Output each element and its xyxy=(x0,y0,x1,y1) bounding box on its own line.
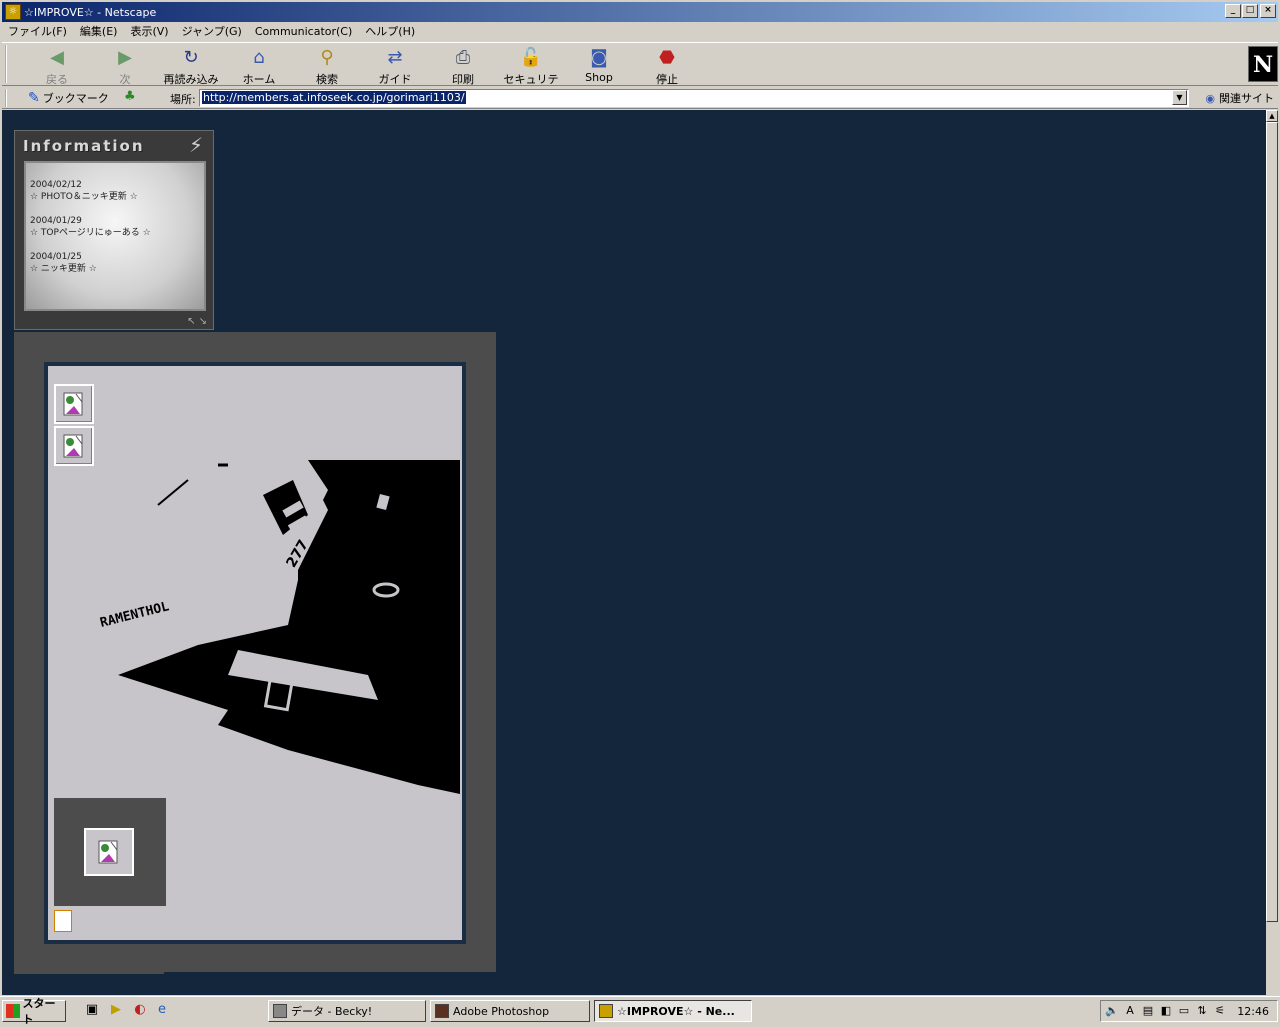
photo-inner-panel: 277 RAMENTHOL xyxy=(44,362,466,944)
quicklaunch-app-icon[interactable]: ◐ xyxy=(132,1002,148,1018)
page-content[interactable]: Information ⚡ 2004/02/12 ☆ PHOTO＆ニッキ更新 ☆… xyxy=(2,110,1268,995)
photo-brand-text: RAMENTHOL xyxy=(99,599,171,631)
back-button[interactable]: ◀ 戻る xyxy=(26,47,88,87)
becky-icon xyxy=(273,1004,287,1018)
lightning-icon: ⚡ xyxy=(188,133,203,157)
broken-image-icon xyxy=(63,434,83,458)
clock: 12:46 xyxy=(1237,1005,1269,1018)
url-input[interactable]: http://members.at.infoseek.co.jp/gorimar… xyxy=(199,89,1189,107)
information-box: Information ⚡ 2004/02/12 ☆ PHOTO＆ニッキ更新 ☆… xyxy=(14,130,214,330)
title-bar[interactable]: ☼ ☆IMPROVE☆ - Netscape _ □ × xyxy=(2,2,1278,22)
home-icon: ⌂ xyxy=(253,47,265,68)
location-label: 場所: xyxy=(170,93,196,106)
news-date: 2004/01/25 xyxy=(30,252,82,262)
menu-communicator[interactable]: Communicator(C) xyxy=(255,25,352,38)
forward-arrow-icon: ▶ xyxy=(118,47,132,68)
stop-icon: ⬣ xyxy=(659,47,675,68)
news-entry: 2004/01/29 ☆ TOPページリにゅーある ☆ xyxy=(30,215,200,239)
scroll-thumb[interactable] xyxy=(1266,122,1278,922)
maximize-button[interactable]: □ xyxy=(1242,4,1258,18)
location-toolbar: ✎ ブックマーク ♣ 場所: http://members.at.infosee… xyxy=(2,87,1278,109)
back-arrow-icon: ◀ xyxy=(50,47,64,68)
quicklaunch-desktop-icon[interactable]: ▣ xyxy=(84,1002,100,1018)
close-button[interactable]: × xyxy=(1260,4,1276,18)
netscape-window: ☼ ☆IMPROVE☆ - Netscape _ □ × ファイル(F) 編集(… xyxy=(0,0,1280,1026)
broken-image-icon xyxy=(98,840,118,864)
broken-image-link-3[interactable] xyxy=(84,828,134,876)
windows-logo-icon xyxy=(6,1004,20,1018)
thumbnail-box xyxy=(54,798,166,906)
quicklaunch-media-icon[interactable]: ▶ xyxy=(108,1002,124,1018)
taskbar: スタート ▣ ▶ ◐ e データ - Becky! Adobe Photosho… xyxy=(0,996,1280,1026)
menu-file[interactable]: ファイル(F) xyxy=(8,23,67,39)
tray-sync-icon[interactable]: ⇅ xyxy=(1195,1004,1209,1018)
shop-button[interactable]: ◙ Shop xyxy=(568,47,630,84)
scroll-up-button[interactable]: ▲ xyxy=(1266,110,1278,122)
information-heading: Information xyxy=(23,137,145,155)
netscape-task-icon xyxy=(599,1004,613,1018)
news-text: ☆ TOPページリにゅーある ☆ xyxy=(30,228,151,238)
news-date: 2004/02/12 xyxy=(30,180,82,190)
print-button[interactable]: ⎙ 印刷 xyxy=(432,47,494,87)
stop-button[interactable]: ⬣ 停止 xyxy=(636,47,698,87)
location-grip[interactable] xyxy=(5,89,13,107)
printer-icon: ⎙ xyxy=(455,47,471,68)
news-text: ☆ ニッキ更新 ☆ xyxy=(30,264,97,274)
network-icon[interactable]: ▤ xyxy=(1141,1004,1155,1018)
url-dropdown-button[interactable]: ▼ xyxy=(1172,90,1187,105)
tray-app-icon[interactable]: ◧ xyxy=(1159,1004,1173,1018)
menu-edit[interactable]: 編集(E) xyxy=(80,23,118,39)
guide-button[interactable]: ⇄ ガイド xyxy=(364,47,426,87)
vertical-scrollbar[interactable]: ▲ xyxy=(1266,110,1278,995)
menu-go[interactable]: ジャンプ(G) xyxy=(182,23,242,39)
broken-image-link-1[interactable] xyxy=(54,384,94,424)
task-netscape[interactable]: ☆IMPROVE☆ - Ne... xyxy=(594,1000,752,1022)
shopping-bag-icon: ◙ xyxy=(590,47,608,68)
news-date: 2004/01/29 xyxy=(30,216,82,226)
reload-icon: ↻ xyxy=(183,47,199,68)
search-button[interactable]: ⚲ 検索 xyxy=(296,47,358,87)
related-globe-icon: ◉ xyxy=(1205,91,1215,105)
photo-frame: 277 RAMENTHOL xyxy=(14,332,498,995)
bookmarks-button[interactable]: ✎ ブックマーク xyxy=(28,90,109,106)
ime-icon[interactable]: A xyxy=(1123,1004,1137,1018)
tray-usb-icon[interactable]: ⚟ xyxy=(1213,1004,1227,1018)
task-becky[interactable]: データ - Becky! xyxy=(268,1000,426,1022)
small-logo-icon[interactable] xyxy=(54,910,72,932)
toolbar-grip[interactable] xyxy=(5,45,13,83)
task-photoshop[interactable]: Adobe Photoshop xyxy=(430,1000,590,1022)
netscape-app-icon: ☼ xyxy=(5,4,21,20)
minimize-button[interactable]: _ xyxy=(1225,4,1241,18)
related-sites-button[interactable]: ◉ 関連サイト xyxy=(1205,90,1274,106)
monochrome-photo: 277 RAMENTHOL xyxy=(99,460,460,794)
tray-monitor-icon[interactable]: ▭ xyxy=(1177,1004,1191,1018)
start-button[interactable]: スタート xyxy=(2,997,66,1026)
volume-icon[interactable]: 🔈 xyxy=(1105,1004,1119,1018)
system-tray: 🔈 A ▤ ◧ ▭ ⇅ ⚟ 12:46 xyxy=(1100,1000,1278,1022)
quicklaunch-ie-icon[interactable]: e xyxy=(154,1002,170,1018)
bookmark-icon: ✎ xyxy=(28,90,40,106)
frame-notch xyxy=(164,972,498,995)
lock-icon: 🔓 xyxy=(519,47,543,68)
news-entry: 2004/02/12 ☆ PHOTO＆ニッキ更新 ☆ xyxy=(30,179,200,203)
home-button[interactable]: ⌂ ホーム xyxy=(228,47,290,87)
news-text: ☆ PHOTO＆ニッキ更新 ☆ xyxy=(30,192,138,202)
menu-view[interactable]: 表示(V) xyxy=(130,23,168,39)
search-icon: ⚲ xyxy=(320,47,334,68)
menu-bar: ファイル(F) 編集(E) 表示(V) ジャンプ(G) Communicator… xyxy=(2,22,1278,40)
news-entry: 2004/01/25 ☆ ニッキ更新 ☆ xyxy=(30,251,200,275)
reload-button[interactable]: ↻ 再読み込み xyxy=(160,47,222,87)
information-panel: 2004/02/12 ☆ PHOTO＆ニッキ更新 ☆ 2004/01/29 ☆ … xyxy=(24,161,206,311)
window-title: ☆IMPROVE☆ - Netscape xyxy=(24,5,157,19)
broken-image-icon xyxy=(63,392,83,416)
photoshop-icon xyxy=(435,1004,449,1018)
page-proxy-icon[interactable]: ♣ xyxy=(124,89,136,104)
guide-icon: ⇄ xyxy=(387,47,403,68)
forward-button[interactable]: ▶ 次 xyxy=(94,47,156,87)
navigation-toolbar: ◀戻る ▶次 ↻再読み込み ⌂ホーム ⚲検索 ⇄ガイド ⎙印刷 🔓セキュリティ … xyxy=(2,42,1278,102)
resize-arrows-icon: ↖ ↘ xyxy=(187,316,207,327)
netscape-logo[interactable]: N xyxy=(1248,46,1278,82)
menu-help[interactable]: ヘルプ(H) xyxy=(365,23,415,39)
